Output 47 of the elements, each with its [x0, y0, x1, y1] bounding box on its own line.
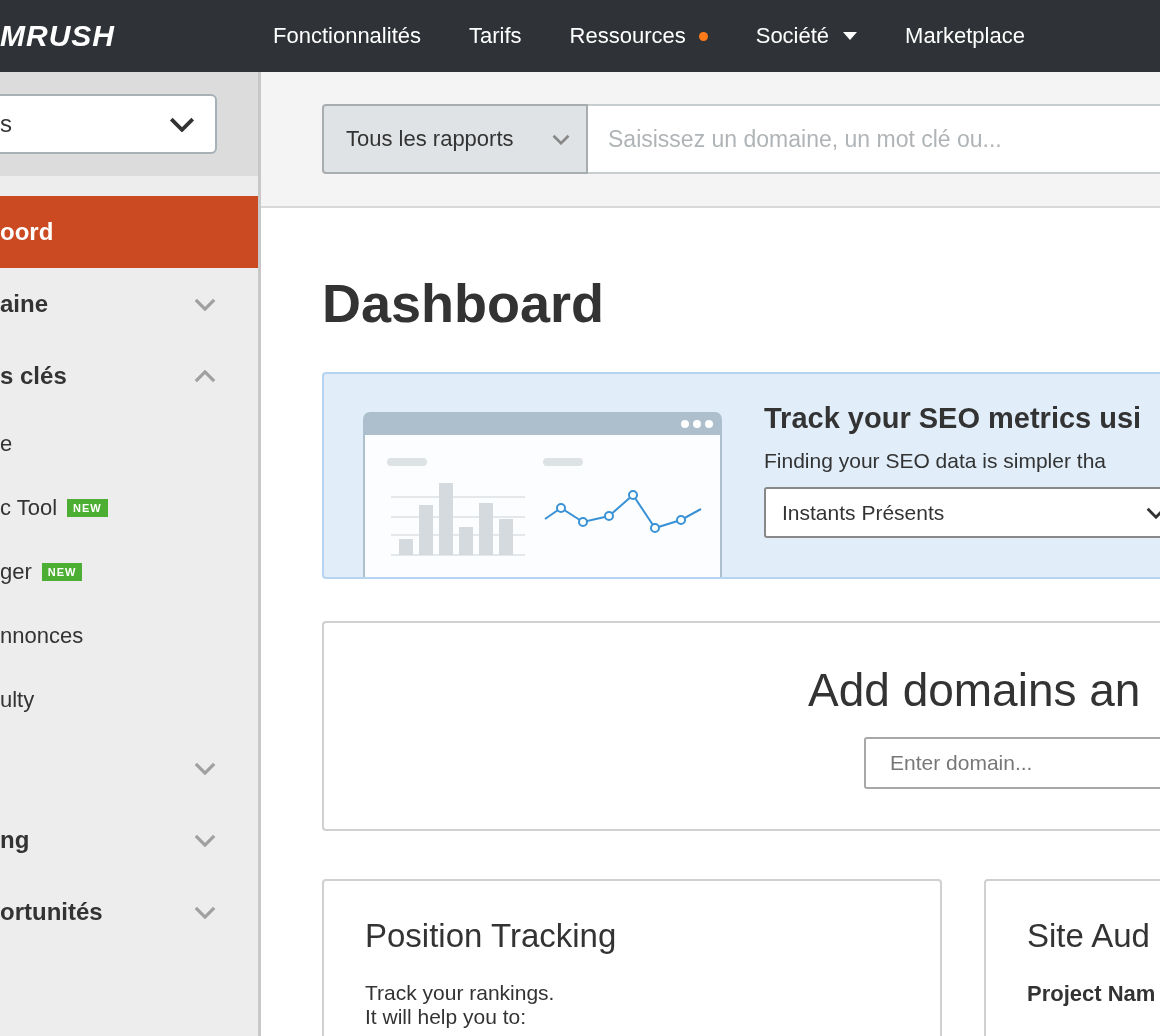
add-domains-title: Add domains an: [808, 663, 1142, 717]
sidebar-item[interactable]: oord: [0, 196, 258, 268]
sidebar-item-label: e: [0, 431, 13, 457]
logo[interactable]: MRUSH: [0, 19, 115, 53]
sidebar-item-label: ger: [0, 559, 32, 585]
sidebar-item[interactable]: c Tool NEW: [0, 476, 258, 540]
chevron-down-icon: [169, 116, 195, 132]
sidebar-item[interactable]: ulty: [0, 668, 258, 732]
search-field[interactable]: Saisissez un domaine, un mot clé ou...: [588, 104, 1160, 174]
card-text: It will help you to:: [365, 1005, 528, 1029]
report-select[interactable]: Tous les rapports: [322, 104, 588, 174]
sidebar-item-label: nnonces: [0, 623, 84, 649]
sidebar-item[interactable]: aine: [0, 268, 258, 340]
nav-link[interactable]: Ressources: [569, 23, 708, 49]
nav-link[interactable]: Tarifs: [469, 23, 522, 49]
sidebar-item-label: ulty: [0, 687, 35, 713]
chevron-down-icon: [1146, 506, 1160, 519]
nav-link[interactable]: Marketplace: [905, 23, 1025, 49]
page-title: Dashboard: [322, 272, 606, 335]
new-badge: NEW: [41, 563, 83, 581]
card-text: Track your rankings.: [365, 981, 556, 1005]
sidebar-item[interactable]: s clés: [0, 340, 258, 412]
sidebar-item-label: ng: [0, 826, 30, 854]
sidebar-item-label: ortunités: [0, 898, 103, 926]
card-title: Position Tracking: [365, 917, 618, 955]
nav-link[interactable]: Société: [755, 23, 858, 49]
domain-field[interactable]: Enter domain...: [864, 737, 1160, 789]
database-select[interactable]: Instants Présents: [764, 487, 1160, 538]
chevron-down-icon: [552, 133, 570, 145]
sidebar-item-label: oord: [0, 218, 54, 246]
banner-title: Track your SEO metrics usi: [764, 402, 1143, 435]
sidebar-item[interactable]: ng: [0, 804, 258, 876]
sidebar-item-label: aine: [0, 290, 49, 318]
sidebar-item[interactable]: ger NEW: [0, 540, 258, 604]
banner-description: Finding your SEO data is simpler tha: [764, 449, 1107, 473]
card-title: Site Aud: [1027, 917, 1151, 955]
sidebar-item-label: s clés: [0, 362, 67, 390]
sidebar-item[interactable]: nnonces: [0, 604, 258, 668]
caret-icon: [843, 32, 858, 40]
new-badge: NEW: [67, 499, 108, 517]
sidebar-item-label: c Tool: [0, 495, 58, 521]
project-dropdown[interactable]: s: [0, 94, 217, 154]
nav-link[interactable]: Fonctionnalités: [273, 23, 421, 49]
sidebar-item[interactable]: ortunités: [0, 876, 258, 948]
sidebar-item[interactable]: e: [0, 412, 258, 476]
card-subtitle: Project Nam: [1027, 981, 1157, 1007]
notification-dot: [698, 31, 708, 41]
